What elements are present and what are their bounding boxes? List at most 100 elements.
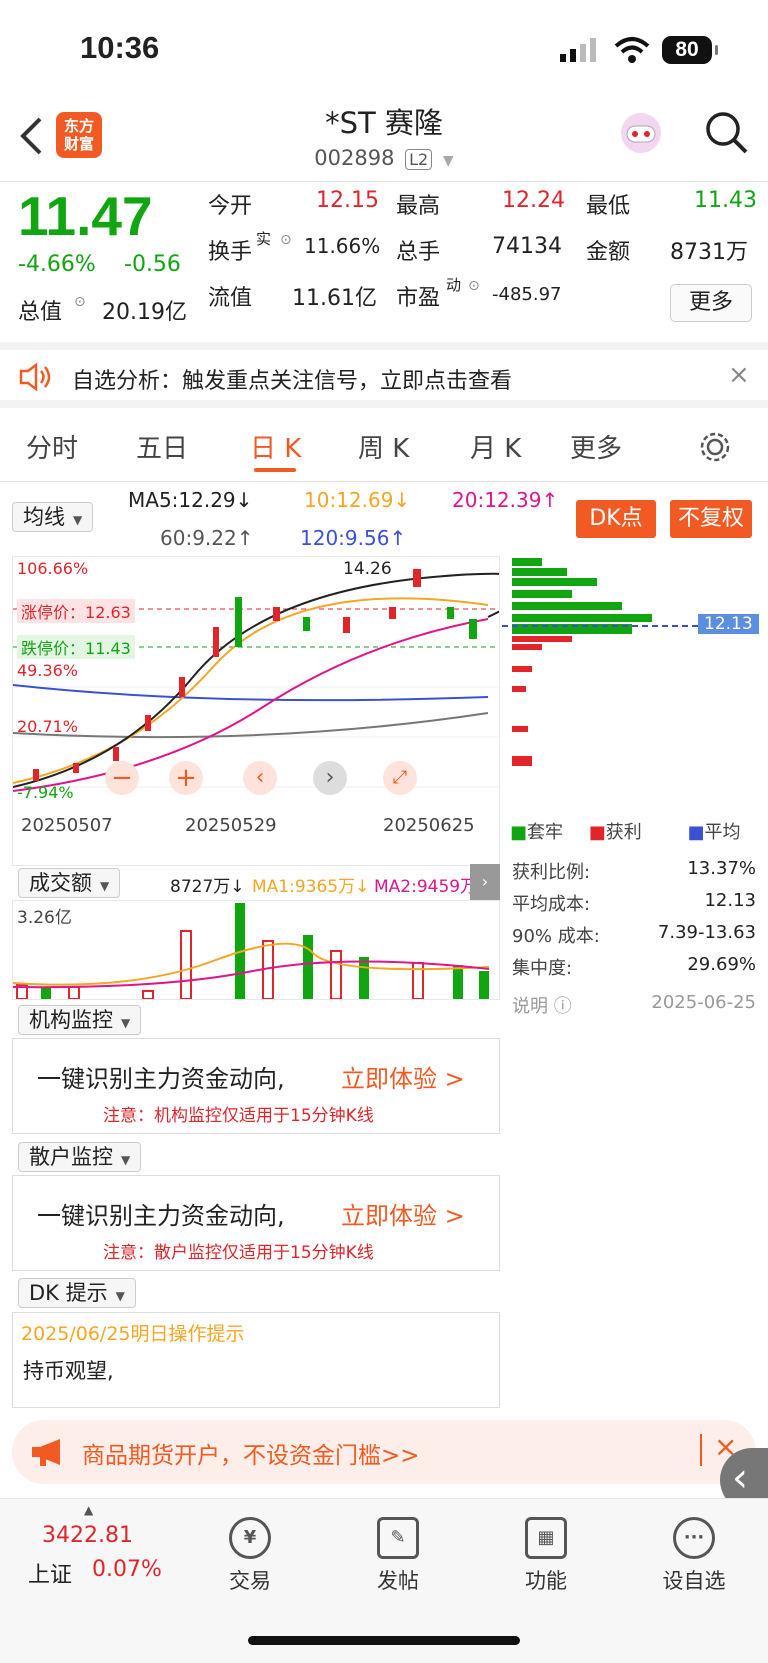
home-indicator xyxy=(248,1636,520,1645)
status-bar: 10:36 80 xyxy=(0,0,768,100)
date-start: 20250507 xyxy=(21,815,113,836)
app-logo[interactable]: 东方 财富 xyxy=(56,112,102,158)
index-value[interactable]: 3422.81 xyxy=(42,1523,133,1548)
mktcap-value: 20.19亿 xyxy=(102,300,187,325)
back-icon[interactable] xyxy=(18,116,44,156)
turnover-label: 换手 xyxy=(208,240,253,265)
grid-icon: ▦ xyxy=(525,1517,567,1559)
turnover-value: 11.66% xyxy=(304,234,381,258)
pct-mid2: 49.36% xyxy=(17,661,79,680)
high-label: 最高 xyxy=(396,194,441,219)
volume-ma1: MA1:9365万↓ xyxy=(252,877,370,897)
search-icon[interactable] xyxy=(704,110,748,156)
nav-post[interactable]: ✎ 发帖 xyxy=(338,1517,458,1595)
change-value: -0.56 xyxy=(124,252,181,277)
volume-chart[interactable]: 3.26亿 xyxy=(12,900,500,1000)
date-mid: 20250529 xyxy=(185,815,277,836)
signal-icon xyxy=(560,38,596,62)
retail-card[interactable]: 一键识别主力资金动向, 立即体验 > 注意：散户监控仅适用于15分钟K线 xyxy=(12,1175,500,1271)
stock-title[interactable]: *ST 赛隆 xyxy=(200,100,568,142)
inst-cta[interactable]: 立即体验 > xyxy=(341,1059,465,1094)
retail-main: 一键识别主力资金动向, xyxy=(37,1202,285,1230)
float-label: 流值 xyxy=(208,286,253,311)
wifi-icon xyxy=(614,37,650,63)
tab-five-day[interactable]: 五日 xyxy=(136,428,188,465)
close-icon[interactable]: × xyxy=(728,360,750,390)
institution-card[interactable]: 一键识别主力资金动向, 立即体验 > 注意：机构监控仅适用于15分钟K线 xyxy=(12,1038,500,1134)
ma120-value: 120:9.56↑ xyxy=(300,526,407,550)
inst-note: 注意：机构监控仅适用于15分钟K线 xyxy=(103,1106,374,1126)
speaker-icon xyxy=(19,362,51,392)
date-end: 20250625 xyxy=(383,815,475,836)
tab-intraday[interactable]: 分时 xyxy=(26,428,78,465)
zoom-out-button[interactable]: − xyxy=(105,761,139,795)
expand-icon[interactable]: › xyxy=(470,864,500,900)
index-pct: 0.07% xyxy=(92,1557,162,1582)
chip-legend: ■套牢 ■获利 ■平均 xyxy=(510,822,741,843)
zoom-in-button[interactable]: + xyxy=(169,761,203,795)
info-icon[interactable]: ⊙ xyxy=(74,294,86,310)
retail-selector[interactable]: 散户监控 ▼ xyxy=(18,1142,142,1172)
info-icon[interactable]: ⊙ xyxy=(280,232,292,248)
volume-bars xyxy=(12,903,490,1000)
fullscreen-button[interactable]: ⤢ xyxy=(383,761,417,795)
kline-chart[interactable]: 106.66% 涨停价：12.63 跌停价：11.43 49.36% 20.71… xyxy=(12,556,500,866)
more-button[interactable]: 更多 xyxy=(670,284,752,322)
stock-code-row[interactable]: 002898 L2 ▼ xyxy=(200,146,568,170)
tab-weekly-k[interactable]: 周 K xyxy=(358,428,409,465)
limit-up-row: 涨停价：12.63 xyxy=(17,599,135,623)
volume-value: 8727万↓ xyxy=(170,877,245,897)
volume-top: 3.26亿 xyxy=(17,908,72,928)
chip-distribution[interactable]: 12.13 xyxy=(502,556,759,806)
next-button[interactable]: › xyxy=(313,761,347,795)
battery-indicator: 80 xyxy=(662,36,718,64)
quote-panel: 11.47 -4.66% -0.56 总值 ⊙ 20.19亿 今开 12.15 … xyxy=(0,182,768,337)
tab-indicator xyxy=(254,468,296,472)
open-value: 12.15 xyxy=(316,188,379,213)
nav-watchlist[interactable]: ··· 设自选 xyxy=(634,1517,754,1595)
amount-label: 金额 xyxy=(586,240,631,265)
info-icon[interactable]: ⊙ xyxy=(468,278,480,294)
ad-banner[interactable]: 商品期货开户，不设资金门槛>> × xyxy=(12,1420,756,1484)
dk-card: 2025/06/25明日操作提示 持币观望, xyxy=(12,1312,500,1408)
ma-selector[interactable]: 均线 ▼ xyxy=(12,502,94,532)
peak-label: 14.26 xyxy=(343,559,392,579)
current-price: 11.47 xyxy=(18,185,153,247)
level2-badge: L2 xyxy=(405,149,433,170)
dk-point-button[interactable]: DK点 xyxy=(576,500,656,538)
chip-note[interactable]: 说明 ⓘ xyxy=(512,992,572,1018)
settings-gear-icon[interactable] xyxy=(698,430,732,464)
megaphone-icon xyxy=(32,1439,60,1466)
open-label: 今开 xyxy=(208,194,253,219)
change-pct: -4.66% xyxy=(18,252,96,277)
prev-button[interactable]: ‹ xyxy=(243,761,277,795)
volume-label: 总手 xyxy=(396,240,441,265)
chip-avg-label: 12.13 xyxy=(698,614,759,634)
ad-text: 商品期货开户，不设资金门槛>> xyxy=(82,1443,420,1469)
low-value: 11.43 xyxy=(694,188,757,213)
inst-main: 一键识别主力资金动向, xyxy=(37,1065,285,1093)
robot-assistant-icon[interactable] xyxy=(618,110,664,156)
stock-code: 002898 xyxy=(314,146,395,170)
ma10-value: 10:12.69↓ xyxy=(304,488,411,512)
volume-value: 74134 xyxy=(492,234,562,259)
chip-date: 2025-06-25 xyxy=(651,992,756,1013)
dk-selector[interactable]: DK 提示 ▼ xyxy=(18,1278,136,1308)
analysis-banner[interactable]: 自选分析：触发重点关注信号，立即点击查看 × xyxy=(0,342,768,408)
no-adjust-button[interactable]: 不复权 xyxy=(670,500,752,538)
up-arrow-icon: ▲ xyxy=(84,1503,94,1517)
pe-sup: 动 xyxy=(446,276,462,294)
pe-label: 市盈 xyxy=(396,286,441,311)
float-value: 11.61亿 xyxy=(292,286,377,311)
nav-trade[interactable]: ¥ 交易 xyxy=(190,1517,310,1595)
volume-selector[interactable]: 成交额 ▼ xyxy=(18,868,121,898)
nav-functions[interactable]: ▦ 功能 xyxy=(486,1517,606,1595)
tab-more[interactable]: 更多 xyxy=(570,428,622,465)
tab-daily-k[interactable]: 日 K xyxy=(250,428,301,465)
pct-bottom: -7.94% xyxy=(17,783,74,802)
retail-cta[interactable]: 立即体验 > xyxy=(341,1196,465,1231)
ma20-value: 20:12.39↑ xyxy=(452,488,559,512)
banner-text: 自选分析：触发重点关注信号，立即点击查看 xyxy=(72,369,513,394)
tab-monthly-k[interactable]: 月 K xyxy=(470,428,521,465)
institution-selector[interactable]: 机构监控 ▼ xyxy=(18,1005,142,1035)
